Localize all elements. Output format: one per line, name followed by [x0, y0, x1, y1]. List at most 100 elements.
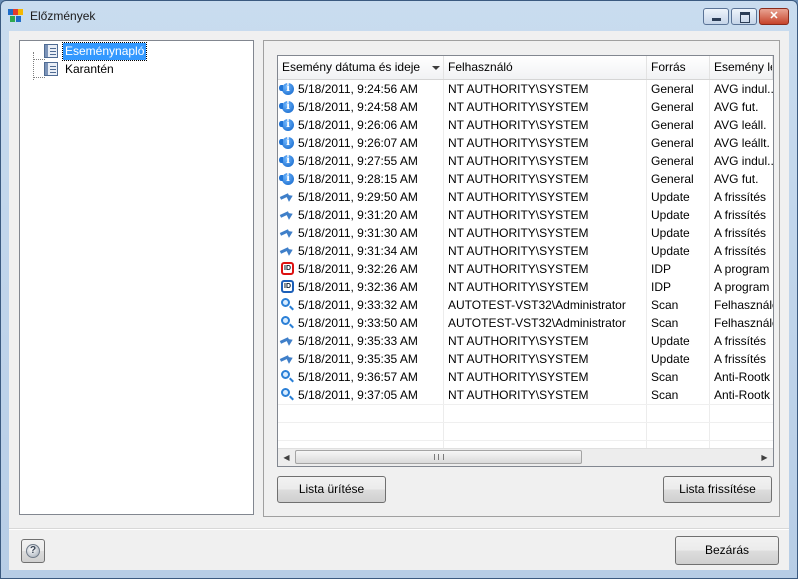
- horizontal-scrollbar[interactable]: ◀ ▶: [278, 448, 773, 466]
- cell-datetime: 5/18/2011, 9:36:57 AM: [298, 370, 418, 384]
- table-row[interactable]: 5/18/2011, 9:35:33 AM NT AUTHORITY\SYSTEM…: [278, 332, 773, 350]
- row-icon-wrap: i: [278, 152, 298, 170]
- row-icon-wrap: [278, 368, 298, 386]
- cell-datetime: 5/18/2011, 9:32:36 AM: [298, 280, 418, 294]
- table-row[interactable]: i 5/18/2011, 9:27:55 AM NT AUTHORITY\SYSTE…: [278, 152, 773, 170]
- cell-source: IDP: [651, 262, 672, 276]
- cell-user: NT AUTHORITY\SYSTEM: [448, 370, 589, 384]
- scroll-right-icon[interactable]: ▶: [756, 449, 773, 466]
- category-tree[interactable]: Eseménynapló Karantén: [19, 40, 254, 515]
- info-icon: i: [279, 101, 294, 113]
- cell-source: General: [651, 100, 694, 114]
- cell-user: NT AUTHORITY\SYSTEM: [448, 172, 589, 186]
- table-row[interactable]: 5/18/2011, 9:33:32 AM AUTOTEST-VST32\Admi…: [278, 296, 773, 314]
- cell-event: Anti-Rootk: [714, 388, 771, 402]
- table-row[interactable]: i 5/18/2011, 9:26:06 AM NT AUTHORITY\SYSTE…: [278, 116, 773, 134]
- column-header-source[interactable]: Forrás: [647, 56, 710, 79]
- table-row[interactable]: 5/18/2011, 9:35:35 AM NT AUTHORITY\SYSTEM…: [278, 350, 773, 368]
- cell-datetime: 5/18/2011, 9:31:34 AM: [298, 244, 418, 258]
- info-icon: i: [279, 137, 294, 149]
- update-arrow-icon: [280, 247, 296, 255]
- event-list[interactable]: Esemény dátuma és ideje Felhasználó Forr…: [277, 55, 774, 467]
- help-icon: ?: [26, 544, 40, 558]
- cell-event: A frissítés: [714, 244, 767, 258]
- scan-magnifier-icon: [281, 388, 290, 397]
- client-area: Eseménynapló Karantén Esemény dátuma és …: [9, 31, 789, 570]
- cell-source: Scan: [651, 316, 679, 330]
- table-row[interactable]: i 5/18/2011, 9:24:58 AM NT AUTHORITY\SYSTE…: [278, 98, 773, 116]
- scroll-left-icon[interactable]: ◀: [278, 449, 295, 466]
- row-icon-wrap: ID: [278, 260, 298, 278]
- tree-connector: [33, 52, 44, 80]
- table-row[interactable]: 5/18/2011, 9:31:34 AM NT AUTHORITY\SYSTEM…: [278, 242, 773, 260]
- column-header-user[interactable]: Felhasználó: [444, 56, 647, 79]
- info-icon: i: [279, 119, 294, 131]
- cell-source: Scan: [651, 298, 679, 312]
- table-row[interactable]: i 5/18/2011, 9:24:56 AM NT AUTHORITY\SYSTE…: [278, 80, 773, 98]
- table-row[interactable]: 5/18/2011, 9:31:20 AM NT AUTHORITY\SYSTEM…: [278, 206, 773, 224]
- table-row[interactable]: i 5/18/2011, 9:28:15 AM NT AUTHORITY\SYSTE…: [278, 170, 773, 188]
- table-row[interactable]: ID 5/18/2011, 9:32:26 AM NT AUTHORITY\SYST…: [278, 260, 773, 278]
- title-bar[interactable]: Előzmények ✕: [1, 1, 797, 31]
- cell-datetime: 5/18/2011, 9:27:55 AM: [298, 154, 418, 168]
- minimize-button[interactable]: [703, 8, 729, 25]
- cell-source: Update: [651, 334, 690, 348]
- cell-event: AVG fut.: [714, 172, 759, 186]
- tree-item-label: Eseménynapló: [61, 42, 148, 61]
- cell-source: Update: [651, 208, 690, 222]
- help-button[interactable]: ?: [21, 539, 45, 563]
- cell-event: A program: [714, 280, 770, 294]
- cell-event: AVG leállt.: [714, 136, 770, 150]
- scan-magnifier-icon: [281, 370, 290, 379]
- table-row[interactable]: ID 5/18/2011, 9:32:36 AM NT AUTHORITY\SYST…: [278, 278, 773, 296]
- minimize-icon: [712, 18, 721, 21]
- table-row[interactable]: 5/18/2011, 9:37:05 AM NT AUTHORITY\SYSTEM…: [278, 386, 773, 404]
- cell-datetime: 5/18/2011, 9:24:58 AM: [298, 100, 418, 114]
- maximize-icon: [740, 12, 750, 23]
- column-header-label: Esemény le: [714, 60, 773, 74]
- refresh-list-button[interactable]: Lista frissítése: [663, 476, 772, 503]
- cell-user: NT AUTHORITY\SYSTEM: [448, 388, 589, 402]
- window-title: Előzmények: [30, 9, 96, 23]
- cell-source: General: [651, 82, 694, 96]
- cell-source: IDP: [651, 280, 672, 294]
- close-button[interactable]: Bezárás: [675, 536, 779, 565]
- empty-row-line: [278, 422, 773, 423]
- empty-row-line: [278, 440, 773, 441]
- cell-user: NT AUTHORITY\SYSTEM: [448, 208, 589, 222]
- event-panel: Esemény dátuma és ideje Felhasználó Forr…: [263, 40, 780, 517]
- cell-user: NT AUTHORITY\SYSTEM: [448, 118, 589, 132]
- close-window-button[interactable]: ✕: [759, 8, 789, 25]
- row-icon-wrap: [278, 224, 298, 242]
- tree-item-label: Karantén: [65, 62, 114, 76]
- history-window: Előzmények ✕ Eseménynapló Karantén Esemé…: [0, 0, 798, 579]
- cell-source: General: [651, 118, 694, 132]
- column-header-event[interactable]: Esemény le: [710, 56, 773, 79]
- close-icon: ✕: [769, 10, 779, 22]
- cell-datetime: 5/18/2011, 9:26:06 AM: [298, 118, 418, 132]
- table-row[interactable]: i 5/18/2011, 9:26:07 AM NT AUTHORITY\SYSTE…: [278, 134, 773, 152]
- clear-list-button[interactable]: Lista ürítése: [277, 476, 386, 503]
- column-header-datetime[interactable]: Esemény dátuma és ideje: [278, 56, 444, 79]
- table-row[interactable]: 5/18/2011, 9:36:57 AM NT AUTHORITY\SYSTEM…: [278, 368, 773, 386]
- table-row[interactable]: 5/18/2011, 9:29:50 AM NT AUTHORITY\SYSTEM…: [278, 188, 773, 206]
- row-icon-wrap: [278, 332, 298, 350]
- pane-splitter[interactable]: [256, 40, 261, 515]
- row-icon-wrap: [278, 350, 298, 368]
- cell-user: NT AUTHORITY\SYSTEM: [448, 100, 589, 114]
- row-icon-wrap: i: [278, 170, 298, 188]
- cell-user: NT AUTHORITY\SYSTEM: [448, 334, 589, 348]
- maximize-button[interactable]: [731, 8, 757, 25]
- cell-event: Felhasználó: [714, 298, 773, 312]
- cell-datetime: 5/18/2011, 9:28:15 AM: [298, 172, 418, 186]
- info-icon: i: [279, 173, 294, 185]
- table-row[interactable]: 5/18/2011, 9:31:30 AM NT AUTHORITY\SYSTEM…: [278, 224, 773, 242]
- scan-magnifier-icon: [281, 298, 290, 307]
- cell-event: A frissítés: [714, 226, 767, 240]
- cell-user: AUTOTEST-VST32\Administrator: [448, 316, 626, 330]
- scroll-thumb[interactable]: [295, 450, 582, 464]
- table-row[interactable]: 5/18/2011, 9:33:50 AM AUTOTEST-VST32\Admi…: [278, 314, 773, 332]
- column-header-label: Esemény dátuma és ideje: [282, 60, 421, 74]
- update-arrow-icon: [280, 355, 296, 363]
- row-icon-wrap: i: [278, 80, 298, 98]
